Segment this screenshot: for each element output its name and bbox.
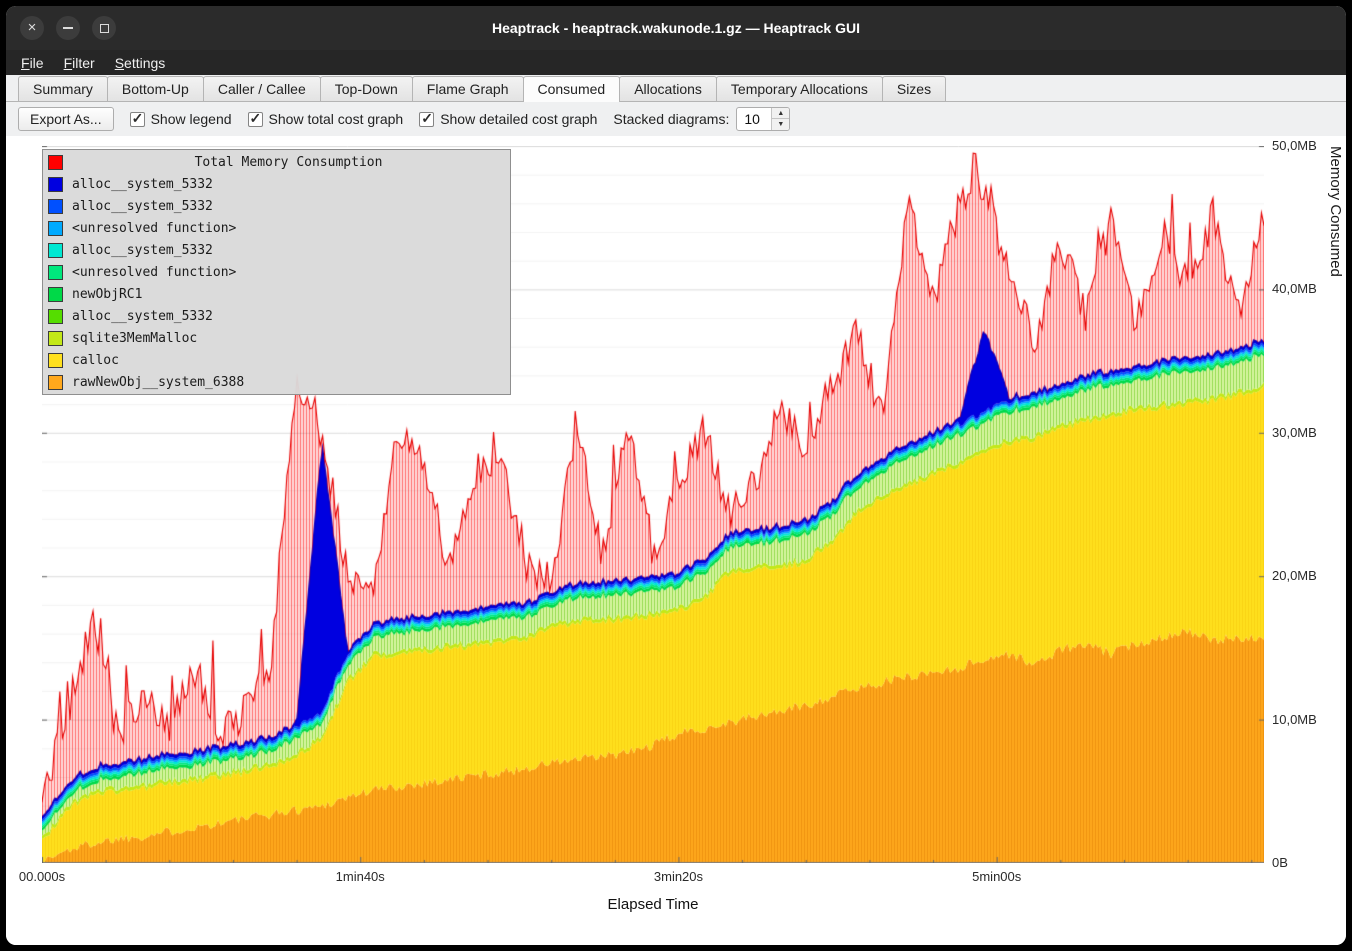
stacked-diagrams-label: Stacked diagrams: — [613, 111, 729, 127]
legend-swatch — [48, 353, 63, 368]
x-axis-tick-label: 3min20s — [654, 869, 703, 884]
tab-sizes[interactable]: Sizes — [882, 76, 946, 101]
spinner-down-button[interactable]: ▼ — [772, 119, 789, 130]
legend-swatch — [48, 177, 63, 192]
show-total-cost-checkbox[interactable] — [248, 112, 263, 127]
legend-swatch — [48, 309, 63, 324]
x-axis-title: Elapsed Time — [42, 896, 1264, 913]
tab-bar: Summary Bottom-Up Caller / Callee Top-Do… — [6, 75, 1346, 102]
x-axis-tick-label: 1min40s — [336, 869, 385, 884]
legend-swatch — [48, 265, 63, 280]
menu-file[interactable]: File — [12, 53, 53, 73]
y-axis-tick-label: 50,0MB — [1272, 138, 1317, 153]
legend-swatch — [48, 221, 63, 236]
heaptrack-window: × Heaptrack - heaptrack.wakunode.1.gz — … — [6, 6, 1346, 945]
legend-swatch — [48, 331, 63, 346]
stacked-diagrams-value[interactable]: 10 — [737, 108, 771, 130]
legend-swatch — [48, 287, 63, 302]
y-axis-tick-label: 30,0MB — [1272, 425, 1317, 440]
titlebar[interactable]: × Heaptrack - heaptrack.wakunode.1.gz — … — [6, 6, 1346, 50]
close-icon: × — [28, 20, 37, 35]
y-axis-tick-label: 20,0MB — [1272, 568, 1317, 583]
show-total-cost-checkbox-group[interactable]: Show total cost graph — [248, 111, 404, 127]
maximize-button[interactable] — [92, 16, 116, 40]
maximize-icon — [100, 24, 109, 33]
close-button[interactable]: × — [20, 16, 44, 40]
menu-filter[interactable]: Filter — [55, 53, 104, 73]
export-as-button[interactable]: Export As... — [18, 107, 114, 131]
chart-area: Total Memory Consumption alloc__system_5… — [6, 136, 1346, 945]
legend-row: newObjRC1 — [45, 283, 508, 305]
show-legend-checkbox-group[interactable]: Show legend — [130, 111, 232, 127]
legend-row: <unresolved function> — [45, 261, 508, 283]
tab-summary[interactable]: Summary — [18, 76, 108, 101]
x-axis-tick-label: 5min00s — [972, 869, 1021, 884]
tab-caller-callee[interactable]: Caller / Callee — [203, 76, 321, 101]
legend-swatch — [48, 375, 63, 390]
x-axis-tick-label: 00.000s — [19, 869, 65, 884]
tab-bottom-up[interactable]: Bottom-Up — [107, 76, 204, 101]
window-title: Heaptrack - heaptrack.wakunode.1.gz — He… — [6, 20, 1346, 36]
toolbar: Export As... Show legend Show total cost… — [6, 102, 1346, 136]
plot-region: Total Memory Consumption alloc__system_5… — [42, 146, 1264, 863]
legend-row: sqlite3MemMalloc — [45, 327, 508, 349]
tab-consumed[interactable]: Consumed — [523, 76, 621, 102]
legend-row: alloc__system_5332 — [45, 239, 508, 261]
legend-row: alloc__system_5332 — [45, 195, 508, 217]
spinner-up-button[interactable]: ▲ — [772, 108, 789, 119]
x-axis-labels: 00.000s1min40s3min20s5min00s — [42, 869, 1264, 887]
menu-settings[interactable]: Settings — [106, 53, 175, 73]
legend-swatch — [48, 199, 63, 214]
minimize-icon — [63, 27, 73, 29]
legend-swatch — [48, 243, 63, 258]
tab-allocations[interactable]: Allocations — [619, 76, 717, 101]
show-detailed-cost-checkbox[interactable] — [419, 112, 434, 127]
legend-swatch — [48, 155, 63, 170]
y-axis-title: Memory Consumed — [1327, 146, 1344, 863]
chart-legend: Total Memory Consumption alloc__system_5… — [42, 149, 511, 395]
y-axis-tick-label: 10,0MB — [1272, 712, 1317, 727]
stacked-diagrams-spinner[interactable]: 10 ▲ ▼ — [736, 107, 790, 131]
legend-row: alloc__system_5332 — [45, 173, 508, 195]
tab-flame-graph[interactable]: Flame Graph — [412, 76, 524, 101]
legend-row: calloc — [45, 349, 508, 371]
menubar: File Filter Settings — [6, 50, 1346, 75]
legend-title: Total Memory Consumption — [72, 155, 505, 170]
show-total-cost-label: Show total cost graph — [269, 111, 404, 127]
show-detailed-cost-label: Show detailed cost graph — [440, 111, 597, 127]
legend-row: Total Memory Consumption — [45, 151, 508, 173]
tab-top-down[interactable]: Top-Down — [320, 76, 413, 101]
show-detailed-cost-checkbox-group[interactable]: Show detailed cost graph — [419, 111, 597, 127]
show-legend-checkbox[interactable] — [130, 112, 145, 127]
legend-row: alloc__system_5332 — [45, 305, 508, 327]
y-axis-tick-label: 0B — [1272, 855, 1288, 870]
minimize-button[interactable] — [56, 16, 80, 40]
y-axis-tick-label: 40,0MB — [1272, 281, 1317, 296]
show-legend-label: Show legend — [151, 111, 232, 127]
stacked-diagrams-group: Stacked diagrams: 10 ▲ ▼ — [613, 107, 790, 131]
legend-row: <unresolved function> — [45, 217, 508, 239]
tab-temporary-allocations[interactable]: Temporary Allocations — [716, 76, 883, 101]
legend-row: rawNewObj__system_6388 — [45, 371, 508, 393]
